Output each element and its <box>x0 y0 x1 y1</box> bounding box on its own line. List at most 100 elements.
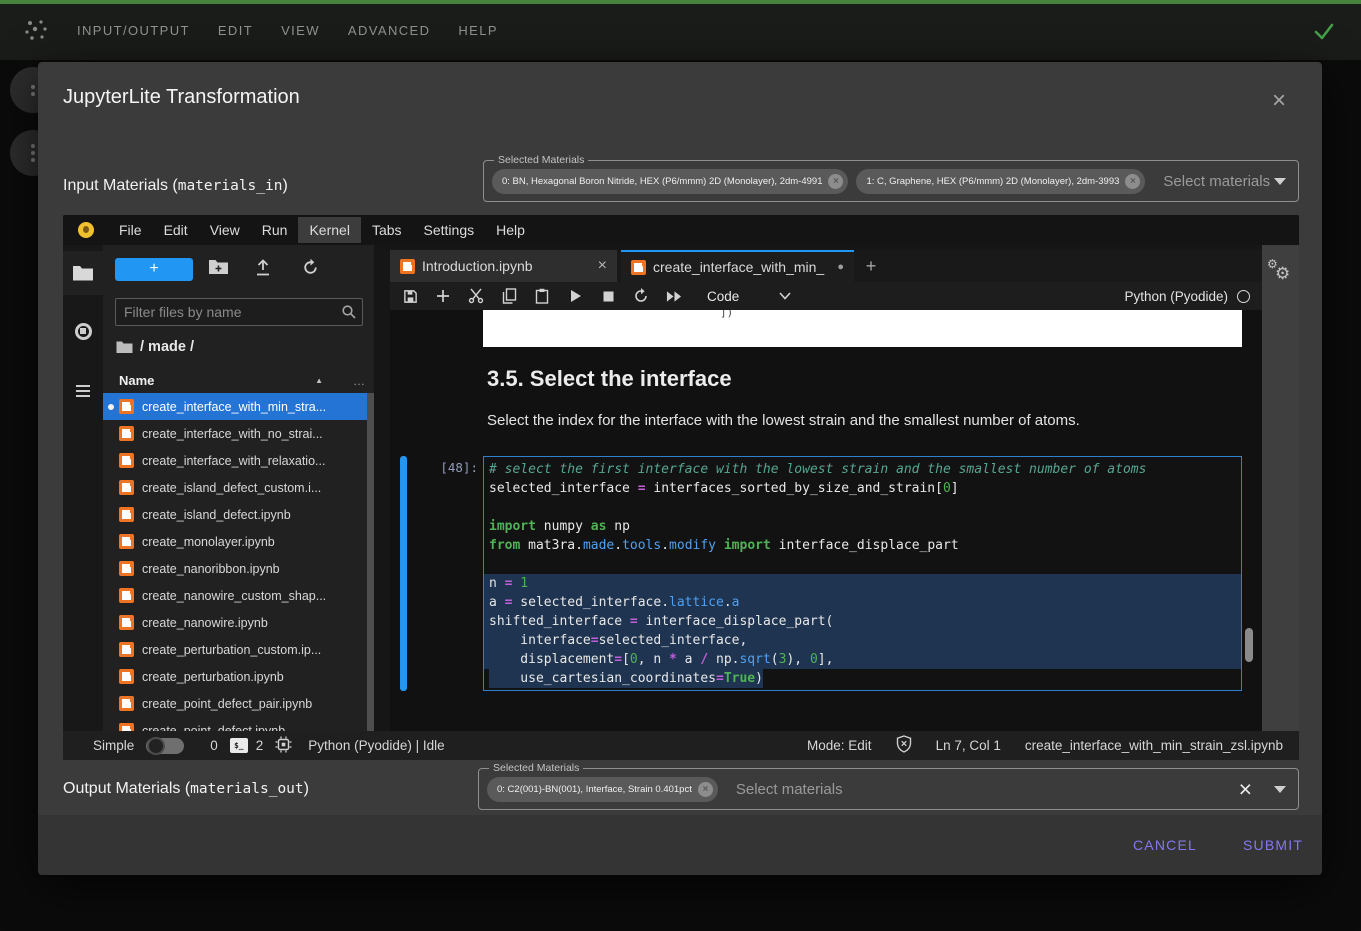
cell-type-chevron-icon[interactable] <box>777 288 793 304</box>
document-tab[interactable]: Introduction.ipynb× <box>390 250 617 282</box>
settings-gears-icon[interactable]: ⚙⚙ <box>1266 257 1296 287</box>
submit-button[interactable]: SUBMIT <box>1233 831 1313 859</box>
jupyterlite-logo-icon[interactable] <box>78 222 94 238</box>
search-icon[interactable] <box>341 304 357 325</box>
file-list-item[interactable]: create_perturbation_custom.ip... <box>103 636 367 663</box>
cursor-position[interactable]: Ln 7, Col 1 <box>936 738 1001 753</box>
jupyter-menu-view[interactable]: View <box>199 217 251 243</box>
code-cell-editor[interactable]: # select the first interface with the lo… <box>483 456 1242 691</box>
tab-dirty-indicator: ● <box>837 261 844 273</box>
terminals-count: 0 <box>210 738 218 753</box>
file-list-scrollbar[interactable] <box>367 393 374 731</box>
running-kernels-tab-icon[interactable] <box>63 309 103 353</box>
save-icon[interactable] <box>402 288 418 304</box>
refresh-icon[interactable] <box>301 258 320 282</box>
cancel-button[interactable]: CANCEL <box>1123 831 1207 859</box>
notebook-scrollbar[interactable] <box>1245 628 1253 662</box>
kernel-chip-icon[interactable] <box>275 736 292 756</box>
upload-icon[interactable] <box>254 258 272 282</box>
copy-cell-icon[interactable] <box>501 288 517 304</box>
chip-delete-icon[interactable]: × <box>1125 174 1140 189</box>
filter-files-input[interactable] <box>115 298 363 326</box>
file-list-item[interactable]: create_nanoribbon.ipynb <box>103 555 367 582</box>
file-list-header: Name ▲ … <box>103 368 374 393</box>
app-logo-icon[interactable] <box>22 16 50 49</box>
output-select-placeholder[interactable]: Select materials <box>736 781 843 798</box>
app-menu-input-output[interactable]: INPUT/OUTPUT <box>77 23 190 38</box>
chip-delete-icon[interactable]: × <box>828 174 843 189</box>
material-chip[interactable]: 0: C2(001)-BN(001), Interface, Strain 0.… <box>487 777 718 802</box>
output-fragment: ]) <box>720 310 733 319</box>
input-select-placeholder[interactable]: Select materials <box>1163 173 1270 190</box>
kernel-status-text[interactable]: Python (Pyodide) | Idle <box>308 738 444 753</box>
sort-ascending-icon[interactable]: ▲ <box>315 376 323 385</box>
jupyter-menu-settings[interactable]: Settings <box>413 217 486 243</box>
notebook-file-icon <box>400 259 415 274</box>
file-list-item[interactable]: create_interface_with_no_strai... <box>103 420 367 447</box>
jupyter-menu-edit[interactable]: Edit <box>153 217 199 243</box>
notebook-file-icon <box>119 561 134 576</box>
output-dropdown-arrow-icon[interactable] <box>1274 786 1286 793</box>
file-name: create_island_defect.ipynb <box>142 508 291 522</box>
jupyter-menu-help[interactable]: Help <box>485 217 536 243</box>
table-of-contents-tab-icon[interactable] <box>63 369 103 413</box>
dialog-close-icon[interactable]: × <box>1266 88 1292 114</box>
confirm-check-icon[interactable] <box>1311 18 1337 44</box>
restart-kernel-icon[interactable] <box>633 288 649 304</box>
interrupt-kernel-icon[interactable] <box>600 288 616 304</box>
filebrowser-tab-folder-icon[interactable] <box>63 251 103 295</box>
status-bar-right: Mode: Edit Ln 7, Col 1 create_interface_… <box>807 735 1283 756</box>
jupyter-menu-run[interactable]: Run <box>251 217 299 243</box>
more-options-icon[interactable]: … <box>353 374 366 388</box>
jupyter-menu-file[interactable]: File <box>108 217 153 243</box>
new-folder-icon[interactable] <box>208 258 229 281</box>
new-launcher-button[interactable]: + <box>115 258 193 281</box>
kernel-name-label[interactable]: Python (Pyodide) <box>1124 289 1228 304</box>
breadcrumb[interactable]: / made / <box>116 339 194 355</box>
app-menu-edit[interactable]: EDIT <box>218 23 253 38</box>
notebook-file-icon <box>119 723 134 731</box>
cut-cell-icon[interactable] <box>468 288 484 304</box>
run-all-cells-icon[interactable] <box>666 288 682 304</box>
jupyter-menu-tabs[interactable]: Tabs <box>361 217 413 243</box>
file-list-item[interactable]: create_perturbation.ipynb <box>103 663 367 690</box>
simple-mode-toggle[interactable] <box>146 738 184 754</box>
output-clear-icon[interactable]: × <box>1239 779 1252 799</box>
output-materials-label: Output Materials (materials_out) <box>63 768 309 810</box>
chip-delete-icon[interactable]: × <box>698 782 713 797</box>
file-list-item[interactable]: create_island_defect.ipynb <box>103 501 367 528</box>
app-menu-help[interactable]: HELP <box>458 23 498 38</box>
file-list-item[interactable]: create_point_defect_pair.ipynb <box>103 690 367 717</box>
material-chip[interactable]: 0: BN, Hexagonal Boron Nitride, HEX (P6/… <box>492 169 848 194</box>
output-materials-select[interactable]: Selected Materials 0: C2(001)-BN(001), I… <box>478 768 1299 810</box>
tab-close-icon[interactable]: × <box>598 257 607 275</box>
kernel-status-icon[interactable] <box>1237 290 1250 303</box>
app-menu-advanced[interactable]: ADVANCED <box>348 23 430 38</box>
file-list-item[interactable]: create_interface_with_relaxatio... <box>103 447 367 474</box>
terminal-icon[interactable]: $_ <box>230 738 248 753</box>
file-name: create_point_defect_pair.ipynb <box>142 697 312 711</box>
trust-shield-icon[interactable] <box>896 735 912 756</box>
file-list-item[interactable]: create_nanowire_custom_shap... <box>103 582 367 609</box>
jupyter-menu-kernel[interactable]: Kernel <box>298 217 360 243</box>
input-dropdown-arrow-icon[interactable] <box>1274 178 1286 185</box>
file-list-item[interactable]: create_point_defect.ipynb <box>103 717 367 731</box>
file-list-item[interactable]: create_interface_with_min_stra... <box>103 393 367 420</box>
cell-type-select[interactable]: Code <box>707 289 739 304</box>
mode-indicator: Mode: Edit <box>807 738 872 753</box>
file-list-item[interactable]: create_island_defect_custom.i... <box>103 474 367 501</box>
run-cell-icon[interactable] <box>567 288 583 304</box>
column-header-name[interactable]: Name <box>119 373 154 388</box>
material-chip[interactable]: 1: C, Graphene, HEX (P6/mmm) 2D (Monolay… <box>856 169 1145 194</box>
input-materials-select[interactable]: Selected Materials 0: BN, Hexagonal Boro… <box>483 160 1299 202</box>
add-cell-icon[interactable] <box>435 288 451 304</box>
file-list-item[interactable]: create_monolayer.ipynb <box>103 528 367 555</box>
file-list-item[interactable]: create_nanowire.ipynb <box>103 609 367 636</box>
app-menu-view[interactable]: VIEW <box>281 23 320 38</box>
cell-collapser[interactable] <box>400 456 407 691</box>
material-chip-label: 0: C2(001)-BN(001), Interface, Strain 0.… <box>497 784 692 795</box>
add-tab-button[interactable]: + <box>858 254 884 278</box>
paste-cell-icon[interactable] <box>534 288 550 304</box>
document-tab[interactable]: create_interface_with_min_● <box>621 250 854 282</box>
code-line: import numpy as np <box>484 517 1241 536</box>
